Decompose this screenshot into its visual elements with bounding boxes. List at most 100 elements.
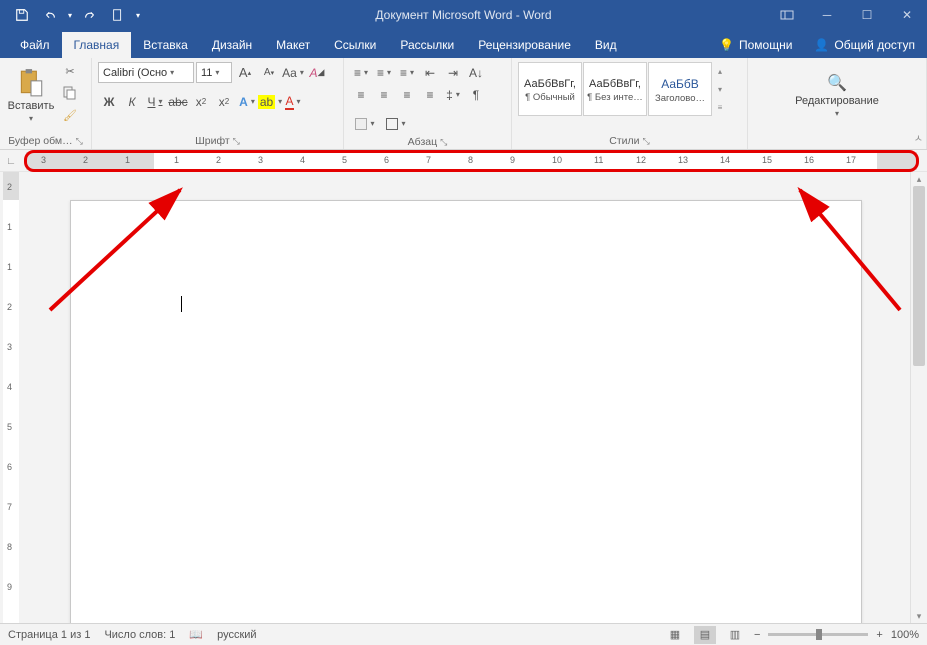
font-label: Шрифт — [195, 135, 230, 147]
title-bar: ▾ ▾ Документ Microsoft Word - Word ─ ☐ ✕ — [0, 0, 927, 30]
zoom-level[interactable]: 100% — [891, 629, 919, 641]
line-spacing-button[interactable]: ‡▾ — [442, 84, 464, 105]
zoom-out-button[interactable]: − — [754, 629, 760, 641]
minimize-button[interactable]: ─ — [807, 0, 847, 30]
style-normal[interactable]: АаБбВвГг, ¶ Обычный — [518, 62, 582, 116]
language-indicator[interactable]: русский — [217, 629, 256, 641]
tab-selector[interactable]: ∟ — [2, 152, 20, 170]
clipboard-label: Буфер обм… — [8, 135, 72, 147]
tab-view[interactable]: Вид — [583, 32, 629, 58]
tab-insert[interactable]: Вставка — [131, 32, 200, 58]
paragraph-label: Абзац — [408, 136, 437, 148]
paste-button[interactable]: Вставить ▾ — [6, 62, 56, 128]
share-icon: 👤 — [814, 38, 829, 52]
italic-button[interactable]: К — [121, 91, 143, 112]
shrink-font-button[interactable]: A▾ — [258, 62, 280, 83]
editing-button[interactable]: 🔍 Редактирование ▾ — [787, 62, 887, 128]
align-right-button[interactable]: ≡ — [396, 84, 418, 105]
superscript-button[interactable]: x2 — [213, 91, 235, 112]
decrease-indent-button[interactable]: ⇤ — [419, 62, 441, 83]
strike-button[interactable]: abc — [167, 91, 189, 112]
word-count[interactable]: Число слов: 1 — [104, 629, 175, 641]
text-effects-button[interactable]: A▾ — [236, 91, 258, 112]
cut-button[interactable]: ✂ — [60, 62, 80, 80]
font-size-combo[interactable]: 11▾ — [196, 62, 232, 83]
change-case-button[interactable]: Aa▾ — [282, 62, 304, 83]
qat-dropdown[interactable]: ▾ — [64, 1, 76, 29]
tab-home[interactable]: Главная — [62, 32, 132, 58]
style-heading1[interactable]: АаБбВ Заголово… — [648, 62, 712, 116]
borders-button[interactable]: ▾ — [381, 113, 411, 134]
bold-button[interactable]: Ж — [98, 91, 120, 112]
font-dialog-icon[interactable]: ⤡ — [233, 136, 240, 147]
bullets-button[interactable]: ≡▾ — [350, 62, 372, 83]
redo-button[interactable] — [76, 1, 104, 29]
share-button[interactable]: 👤 Общий доступ — [802, 32, 927, 58]
print-layout-button[interactable]: ▤ — [694, 626, 716, 644]
align-center-button[interactable]: ≡ — [373, 84, 395, 105]
copy-button[interactable] — [60, 84, 80, 102]
underline-button[interactable]: Ч▾ — [144, 91, 166, 112]
collapse-ribbon-button[interactable]: ㅅ — [914, 130, 923, 145]
spellcheck-icon[interactable]: 📖 — [189, 628, 203, 641]
quick-access-toolbar: ▾ ▾ — [0, 1, 144, 29]
group-styles: АаБбВвГг, ¶ Обычный АаБбВвГг, ¶ Без инте… — [512, 58, 748, 149]
style-nospacing[interactable]: АаБбВвГг, ¶ Без инте… — [583, 62, 647, 116]
numbering-button[interactable]: ≡▾ — [373, 62, 395, 83]
page[interactable] — [70, 200, 862, 623]
text-cursor — [181, 296, 182, 312]
tab-design[interactable]: Дизайн — [200, 32, 264, 58]
editing-label: Редактирование — [795, 95, 879, 107]
ribbon: Вставить ▾ ✂ 🖌 Буфер обм… ⤡ Calibri (Осно… — [0, 58, 927, 150]
font-color-button[interactable]: A▾ — [282, 91, 304, 112]
clipboard-dialog-icon[interactable]: ⤡ — [76, 136, 83, 147]
tab-review[interactable]: Рецензирование — [466, 32, 583, 58]
maximize-button[interactable]: ☐ — [847, 0, 887, 30]
shading-button[interactable]: ▾ — [350, 113, 380, 134]
status-bar: Страница 1 из 1 Число слов: 1 📖 русский … — [0, 623, 927, 645]
page-indicator[interactable]: Страница 1 из 1 — [8, 629, 90, 641]
styles-dialog-icon[interactable]: ⤡ — [643, 136, 650, 147]
lightbulb-icon: 💡 — [719, 38, 734, 52]
zoom-slider[interactable] — [768, 633, 868, 636]
styles-scroll[interactable]: ▴▾≡ — [713, 62, 727, 116]
grow-font-button[interactable]: A▴ — [234, 62, 256, 83]
increase-indent-button[interactable]: ⇥ — [442, 62, 464, 83]
format-painter-button[interactable]: 🖌 — [60, 106, 80, 124]
sort-button[interactable]: A↓ — [465, 62, 487, 83]
scroll-up-icon[interactable]: ▴ — [911, 172, 927, 186]
tab-references[interactable]: Ссылки — [322, 32, 388, 58]
ribbon-tabs: Файл Главная Вставка Дизайн Макет Ссылки… — [0, 30, 927, 58]
web-layout-button[interactable]: ▥ — [724, 626, 746, 644]
paragraph-dialog-icon[interactable]: ⤡ — [440, 137, 447, 148]
font-name-combo[interactable]: Calibri (Осно▾ — [98, 62, 194, 83]
show-marks-button[interactable]: ¶ — [465, 84, 487, 105]
new-doc-button[interactable] — [104, 1, 132, 29]
document-area[interactable] — [22, 172, 910, 623]
tab-layout[interactable]: Макет — [264, 32, 322, 58]
vertical-ruler[interactable]: 2112345678910 — [0, 172, 22, 623]
scroll-thumb[interactable] — [913, 186, 925, 366]
ribbon-options-button[interactable] — [767, 0, 807, 30]
scroll-down-icon[interactable]: ▾ — [911, 609, 927, 623]
undo-button[interactable] — [36, 1, 64, 29]
multilevel-button[interactable]: ≡▾ — [396, 62, 418, 83]
font-size-value: 11 — [201, 67, 212, 79]
save-button[interactable] — [8, 1, 36, 29]
qat-more[interactable]: ▾ — [132, 1, 144, 29]
align-left-button[interactable]: ≡ — [350, 84, 372, 105]
zoom-in-button[interactable]: + — [876, 629, 882, 641]
close-button[interactable]: ✕ — [887, 0, 927, 30]
read-mode-button[interactable]: ▦ — [664, 626, 686, 644]
tab-file[interactable]: Файл — [8, 32, 62, 58]
highlight-button[interactable]: ab▾ — [259, 91, 281, 112]
clear-format-button[interactable]: A◢ — [306, 62, 328, 83]
brush-icon: 🖌 — [63, 109, 77, 122]
justify-button[interactable]: ≡ — [419, 84, 441, 105]
tell-me-search[interactable]: 💡 Помощни — [709, 32, 802, 58]
horizontal-ruler[interactable]: 3211234567891011121314151617 — [26, 152, 917, 170]
vertical-scrollbar[interactable]: ▴ ▾ — [910, 172, 927, 623]
find-icon: 🔍 — [827, 73, 847, 93]
subscript-button[interactable]: x2 — [190, 91, 212, 112]
tab-mailings[interactable]: Рассылки — [388, 32, 466, 58]
